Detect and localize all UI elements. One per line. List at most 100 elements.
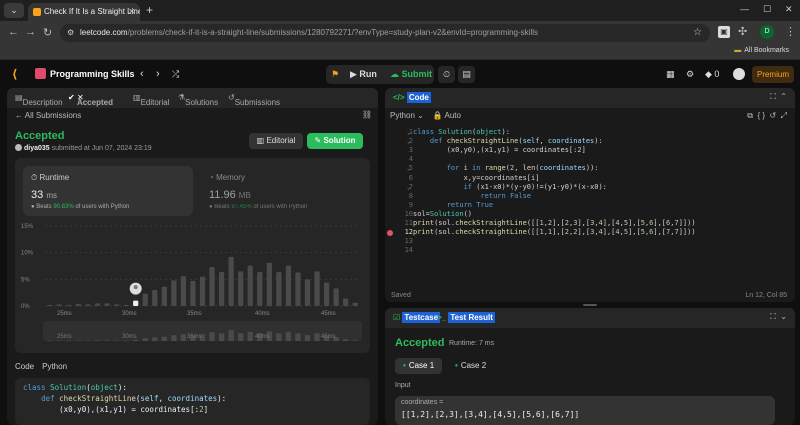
tab-editorial[interactable]: ▥ Editorial (133, 93, 169, 107)
chart-bar[interactable] (56, 304, 62, 306)
chart-bar[interactable] (276, 271, 282, 306)
minimize-window-icon[interactable]: — (740, 4, 749, 14)
chart-bar[interactable] (209, 267, 215, 306)
problem-list-title[interactable]: Programming Skills (50, 66, 135, 83)
case-1-tab[interactable]: • Case 1 (395, 358, 443, 374)
chart-bar[interactable] (352, 302, 358, 306)
language-select[interactable]: Python ⌄ 🔒 Auto (390, 111, 461, 120)
prev-problem-icon[interactable]: ‹ (140, 66, 144, 83)
next-problem-icon[interactable]: › (156, 66, 160, 83)
chart-bar[interactable] (304, 279, 311, 306)
breakpoint-icon[interactable] (387, 229, 393, 236)
chart-bar[interactable] (104, 303, 110, 306)
param-value[interactable]: [[1,2],[2,3],[3,4],[4,5],[5,6],[6,7]] (401, 410, 579, 419)
leetcode-logo-icon[interactable]: ⟨ (12, 67, 17, 81)
chart-bar[interactable] (218, 271, 225, 306)
editor-window-icons[interactable]: ⛶ ⌃ (770, 92, 787, 102)
editor-tools[interactable]: ⧉ { } ↺ ⤢ (747, 111, 787, 121)
chart-bar[interactable] (123, 304, 129, 306)
line-number: 11 (404, 219, 413, 227)
chart-bar[interactable] (314, 271, 320, 306)
reload-icon[interactable]: ↻ (43, 26, 52, 39)
chart-bar[interactable] (152, 290, 158, 306)
editorial-button[interactable]: ▥ Editorial (249, 133, 303, 149)
memory-card[interactable]: ◔ Memory 11.96 MB ● Beats 97.45% of user… (201, 166, 361, 216)
forward-icon[interactable]: → (25, 26, 36, 38)
user-avatar[interactable] (733, 68, 745, 80)
fold-chevron-icon[interactable]: ⌄ (407, 137, 411, 146)
tab-accepted[interactable]: ✔ Accepted ✕ (68, 93, 113, 107)
submit-button[interactable]: ☁ Submit (390, 66, 432, 83)
fold-chevron-icon[interactable]: ⌄ (407, 183, 411, 192)
chart-bar[interactable] (66, 304, 72, 306)
tab-test-result[interactable]: >_ Test Result (437, 312, 495, 324)
chart-bar[interactable] (343, 298, 349, 306)
extensions-puzzle-icon[interactable]: ✣ (738, 25, 747, 38)
bookmark-star-icon[interactable]: ☆ (693, 24, 702, 42)
new-tab-button[interactable]: + (146, 3, 153, 18)
code-editor[interactable]: 1 ⌄ class Solution(object): 2 ⌄ def checkStr… (385, 128, 795, 254)
browser-menu-icon[interactable]: ⋮ (785, 25, 796, 38)
chart-bar[interactable] (323, 282, 330, 306)
panel-resize-handle[interactable] (385, 303, 795, 307)
chart-bar[interactable] (180, 276, 187, 306)
premium-button[interactable]: Premium (752, 66, 794, 83)
chart-bar[interactable] (85, 304, 91, 306)
all-bookmarks-button[interactable]: ▬ All Bookmarks (734, 47, 792, 54)
back-icon[interactable]: ← (8, 26, 19, 38)
chart-bar[interactable] (75, 303, 82, 306)
chart-bar[interactable] (295, 272, 301, 306)
close-window-icon[interactable]: ✕ (785, 4, 793, 15)
browser-tab-active[interactable]: Check If It Is a Straight Line - Le ✕ (28, 3, 140, 21)
tab-search-button[interactable]: ⌄ (4, 3, 24, 18)
settings-gear-icon[interactable]: ⚙ (686, 66, 694, 83)
timer-icon[interactable]: ⏲ (438, 66, 455, 83)
chart-mini-bar (142, 338, 148, 341)
run-button[interactable]: ▶ Run (350, 66, 377, 83)
shuffle-icon[interactable]: ⤮ (172, 66, 179, 83)
runtime-distribution-chart[interactable]: 15% 10% 5% 0% 25ms 30ms 35ms 40ms 45ms 25ms 30ms 35… (15, 220, 370, 353)
chart-bar[interactable] (161, 286, 167, 306)
share-link-icon[interactable]: ⛓ (362, 110, 372, 119)
maximize-window-icon[interactable]: ☐ (763, 4, 771, 15)
tab-submissions[interactable]: ↺ Submissions (228, 93, 280, 107)
fold-chevron-icon[interactable]: ⌄ (407, 128, 411, 137)
fold-chevron-icon[interactable]: ⌄ (407, 164, 411, 173)
case-2-tab[interactable]: • Case 2 (447, 358, 494, 374)
tab-solutions[interactable]: ⚗ Solutions (178, 93, 218, 107)
site-info-icon[interactable]: ⚙ (67, 24, 74, 42)
chart-bar[interactable] (333, 288, 339, 306)
submission-user[interactable]: diya035 (24, 145, 50, 152)
result-window-icons[interactable]: ⛶ ⌄ (770, 312, 787, 322)
chart-mini-bar (238, 333, 244, 341)
chart-bar[interactable] (228, 256, 234, 306)
profile-avatar[interactable]: D (760, 25, 774, 39)
chart-bar[interactable] (266, 262, 272, 306)
chart-bar[interactable] (257, 271, 263, 306)
address-bar[interactable]: ⚙ leetcode.com/problems/check-if-it-is-a… (60, 24, 710, 42)
chart-bar[interactable] (171, 280, 177, 306)
chart-bar[interactable] (94, 303, 101, 306)
chart-bar[interactable] (142, 293, 148, 306)
chart-bar[interactable] (247, 265, 253, 306)
chart-bar[interactable] (238, 271, 244, 306)
tab-testcase[interactable]: ☑ Testcase (393, 312, 441, 324)
chart-bar[interactable] (285, 265, 292, 306)
notes-icon[interactable]: ▤ (458, 66, 475, 83)
chart-bar[interactable] (113, 304, 120, 306)
chart-bar[interactable] (190, 280, 196, 306)
layout-icon[interactable]: ▦ (666, 66, 675, 83)
solution-button[interactable]: ✎ Solution (307, 133, 363, 149)
close-tab-icon[interactable]: ✕ (128, 3, 135, 21)
all-submissions-link[interactable]: ← All Submissions (15, 111, 81, 120)
submitted-code[interactable]: class Solution(object): def checkStraigh… (15, 378, 370, 425)
chart-bar[interactable] (47, 304, 53, 306)
debug-icon[interactable]: ⚑ (331, 66, 339, 83)
tab-description[interactable]: ▤ Description (15, 93, 63, 107)
chart-bar-highlight[interactable] (133, 300, 139, 306)
streak-fire-icon[interactable]: ◆ 0 (705, 66, 719, 83)
extension-icon[interactable]: ▣ (718, 26, 730, 38)
chart-mini-x-tick: 45ms (321, 334, 336, 340)
runtime-card[interactable]: ⏱ Runtime 33 ms ● Beats 90.83% of users … (23, 166, 193, 216)
chart-bar[interactable] (199, 276, 206, 306)
